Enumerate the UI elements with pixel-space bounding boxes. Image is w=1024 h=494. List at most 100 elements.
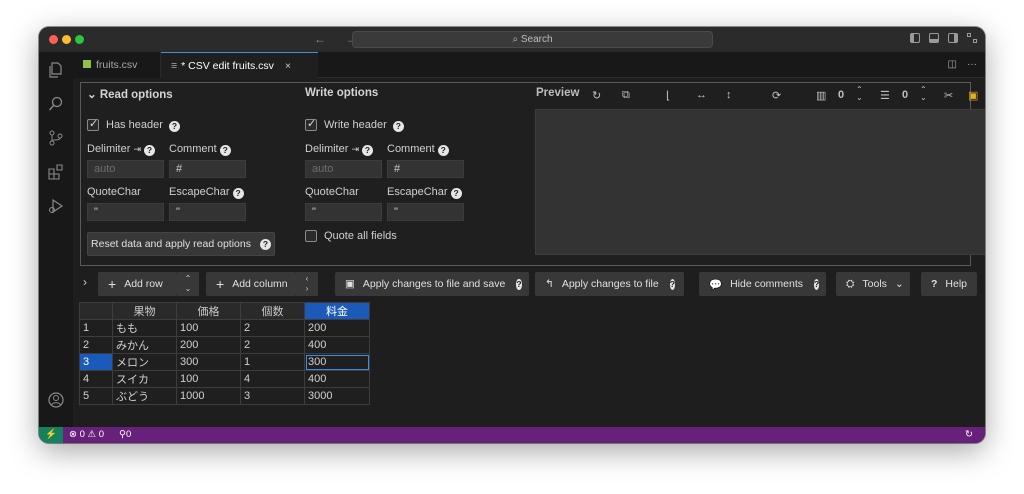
refresh-icon[interactable]: ↻: [592, 89, 601, 102]
table-cell[interactable]: 200: [304, 319, 370, 337]
hide-comments-button[interactable]: 💬 Hide comments?: [699, 272, 826, 296]
pin-icon[interactable]: ✂: [944, 89, 953, 102]
expand-height-icon[interactable]: ↕: [726, 89, 732, 101]
copy-icon[interactable]: ⧉: [622, 89, 630, 102]
help-icon[interactable]: ?: [437, 145, 449, 156]
toggle-panel-icon[interactable]: [929, 33, 939, 43]
write-header-checkbox[interactable]: [305, 117, 317, 131]
help-icon[interactable]: ?: [450, 188, 462, 199]
tab-fruits-csv[interactable]: fruits.csv: [73, 52, 161, 78]
apply-button[interactable]: ↰ Apply changes to file?: [535, 272, 684, 296]
corner-cell[interactable]: [79, 302, 113, 320]
reload-icon[interactable]: ⟳: [772, 89, 781, 102]
toggle-sidebar-icon[interactable]: [910, 33, 920, 43]
command-search[interactable]: ⌕ Search: [352, 31, 713, 48]
help-icon[interactable]: ?: [362, 145, 374, 156]
table-cell[interactable]: 100: [176, 370, 241, 388]
split-editor-icon[interactable]: ◫: [948, 59, 957, 70]
remote-icon[interactable]: ⚡: [39, 427, 63, 443]
table-cell[interactable]: 100: [176, 319, 241, 337]
close-tab-icon[interactable]: ×: [285, 60, 291, 72]
tools-button[interactable]: ⛭ Tools ⌄: [836, 272, 910, 296]
table-cell[interactable]: 1000: [176, 387, 241, 405]
notifications-icon[interactable]: ↻: [965, 429, 973, 440]
help-icon: ?: [814, 278, 820, 290]
tab-csv-edit[interactable]: ≡ * CSV edit fruits.csv ×: [161, 52, 318, 78]
write-comment-input[interactable]: #: [387, 160, 464, 178]
add-row-button[interactable]: + Add row: [98, 272, 177, 296]
help-icon[interactable]: ?: [219, 145, 231, 156]
source-control-icon[interactable]: [48, 130, 64, 146]
table-cell[interactable]: 3000: [304, 387, 370, 405]
toggle-secondary-sidebar-icon[interactable]: [948, 33, 958, 43]
row-number[interactable]: 4: [79, 370, 113, 388]
table-cell[interactable]: 3: [240, 387, 305, 405]
write-escapechar-input[interactable]: ": [387, 203, 464, 221]
reset-apply-read-button[interactable]: Reset data and apply read options?: [87, 232, 275, 256]
read-quotechar-input[interactable]: ": [87, 203, 164, 221]
read-comment-input[interactable]: #: [169, 160, 246, 178]
preview-title: Preview: [536, 87, 580, 99]
table-cell[interactable]: メロン: [112, 353, 177, 371]
read-escapechar-input[interactable]: ": [169, 203, 246, 221]
trim-icon[interactable]: ⌊: [666, 89, 670, 102]
read-options-toggle[interactable]: ⌄ Read options: [87, 87, 173, 101]
help-icon[interactable]: ?: [144, 145, 156, 156]
fixed-rows-stepper-icon[interactable]: ⌃ ⌄: [920, 86, 927, 102]
help-icon[interactable]: ?: [232, 188, 244, 199]
ports-indicator[interactable]: ⚲0: [119, 429, 131, 440]
help-icon[interactable]: ?: [392, 121, 404, 132]
table-cell[interactable]: スイカ: [112, 370, 177, 388]
row-number[interactable]: 5: [79, 387, 113, 405]
write-delimiter-input[interactable]: auto: [305, 160, 382, 178]
row-number[interactable]: 2: [79, 336, 113, 354]
fixed-columns-stepper-icon[interactable]: ⌃ ⌄: [856, 86, 863, 102]
column-header[interactable]: 価格: [176, 302, 241, 320]
expand-options-chevron[interactable]: ›: [83, 275, 87, 289]
column-header[interactable]: 個数: [240, 302, 305, 320]
account-icon[interactable]: [48, 392, 64, 408]
table-cell[interactable]: 2: [240, 336, 305, 354]
add-column-stepper[interactable]: ‹ ›: [296, 272, 318, 296]
run-debug-icon[interactable]: [48, 198, 64, 214]
maximize-window-button[interactable]: [75, 35, 84, 44]
table-cell[interactable]: ぶどう: [112, 387, 177, 405]
table-cell[interactable]: もも: [112, 319, 177, 337]
table-cell[interactable]: 4: [240, 370, 305, 388]
table-cell[interactable]: 300: [176, 353, 241, 371]
read-delimiter-input[interactable]: auto: [87, 160, 164, 178]
extensions-icon[interactable]: [48, 164, 64, 180]
row-number[interactable]: 1: [79, 319, 113, 337]
quote-all-checkbox[interactable]: [305, 230, 317, 242]
add-column-button[interactable]: + Add column: [206, 272, 296, 296]
more-actions-icon[interactable]: ···: [967, 59, 977, 70]
column-header-selected[interactable]: 料金: [304, 302, 370, 320]
search-icon[interactable]: [48, 96, 64, 112]
apply-save-button[interactable]: ▣ Apply changes to file and save?: [335, 272, 529, 296]
table-cell[interactable]: 400: [304, 336, 370, 354]
explorer-icon[interactable]: [48, 62, 64, 78]
table-cell[interactable]: 1: [240, 353, 305, 371]
table-cell[interactable]: 200: [176, 336, 241, 354]
minimize-window-button[interactable]: [62, 35, 71, 44]
close-window-button[interactable]: [49, 35, 58, 44]
write-quotechar-input[interactable]: ": [305, 203, 382, 221]
customize-layout-icon[interactable]: [967, 33, 977, 43]
fixed-rows-icon[interactable]: ☰: [880, 89, 890, 102]
add-row-stepper[interactable]: ⌃ ⌄: [177, 272, 199, 296]
problems-indicator[interactable]: ⊗ 0 ⚠ 0: [69, 429, 104, 440]
active-cell[interactable]: 300: [304, 353, 370, 371]
fixed-columns-icon[interactable]: ▥: [816, 89, 826, 102]
table-cell[interactable]: みかん: [112, 336, 177, 354]
has-header-checkbox[interactable]: [87, 117, 99, 131]
column-header[interactable]: 果物: [112, 302, 177, 320]
save-icon[interactable]: ▣: [968, 89, 978, 102]
read-options-title: Read options: [99, 89, 173, 101]
help-button[interactable]: ? Help: [921, 272, 977, 296]
expand-width-icon[interactable]: ↔: [696, 89, 707, 101]
table-cell[interactable]: 400: [304, 370, 370, 388]
help-icon[interactable]: ?: [168, 121, 180, 132]
preview-textarea[interactable]: [535, 109, 985, 255]
table-cell[interactable]: 2: [240, 319, 305, 337]
row-number-selected[interactable]: 3: [79, 353, 113, 371]
